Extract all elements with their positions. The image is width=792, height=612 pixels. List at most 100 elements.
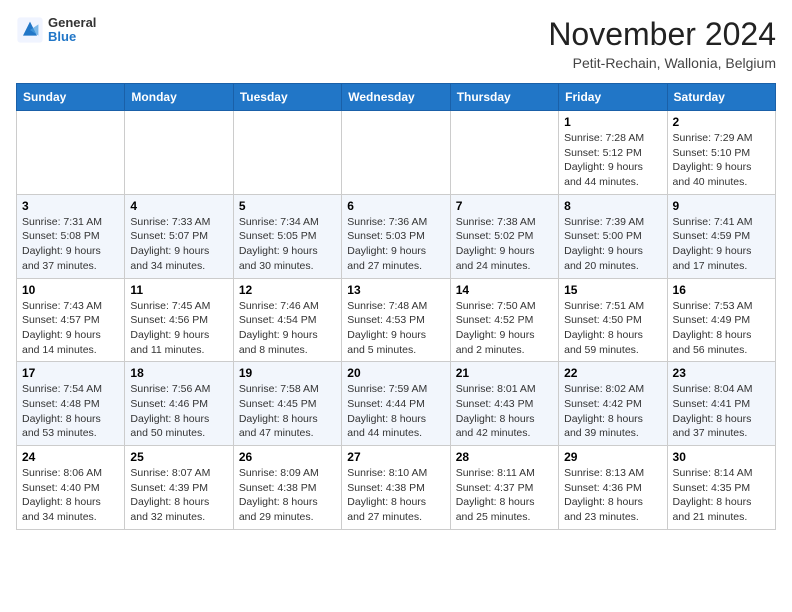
day-info: Sunrise: 7:41 AMSunset: 4:59 PMDaylight:… (673, 215, 770, 274)
day-number: 30 (673, 450, 770, 464)
calendar-cell: 15Sunrise: 7:51 AMSunset: 4:50 PMDayligh… (559, 278, 667, 362)
weekday-header-saturday: Saturday (667, 84, 775, 111)
calendar-cell: 26Sunrise: 8:09 AMSunset: 4:38 PMDayligh… (233, 446, 341, 530)
day-info: Sunrise: 8:14 AMSunset: 4:35 PMDaylight:… (673, 466, 770, 525)
day-number: 7 (456, 199, 553, 213)
day-number: 24 (22, 450, 119, 464)
calendar-cell: 28 Sunrise: 8:11 AMSunset: 4:37 PMDayligh… (450, 446, 558, 530)
weekday-header-thursday: Thursday (450, 84, 558, 111)
day-number: 2 (673, 115, 770, 129)
week-row-3: 17 Sunrise: 7:54 AMSunset: 4:48 PMDayligh… (17, 362, 776, 446)
location-subtitle: Petit-Rechain, Wallonia, Belgium (548, 55, 776, 71)
day-info: Sunrise: 8:07 AMSunset: 4:39 PMDaylight:… (130, 466, 227, 525)
calendar-cell: 19Sunrise: 7:58 AMSunset: 4:45 PMDayligh… (233, 362, 341, 446)
day-number: 6 (347, 199, 444, 213)
day-number: 4 (130, 199, 227, 213)
day-info: Sunrise: 7:48 AMSunset: 4:53 PMDaylight:… (347, 299, 444, 358)
day-number: 13 (347, 283, 444, 297)
calendar-cell (233, 111, 341, 195)
calendar-cell: 7 Sunrise: 7:38 AMSunset: 5:02 PMDaylight… (450, 194, 558, 278)
calendar-cell: 4 Sunrise: 7:33 AMSunset: 5:07 PMDaylight… (125, 194, 233, 278)
calendar-cell: 12 Sunrise: 7:46 AMSunset: 4:54 PMDayligh… (233, 278, 341, 362)
calendar-cell: 20 Sunrise: 7:59 AMSunset: 4:44 PMDayligh… (342, 362, 450, 446)
day-info: Sunrise: 7:39 AMSunset: 5:00 PMDaylight:… (564, 215, 661, 274)
day-info: Sunrise: 8:11 AMSunset: 4:37 PMDaylight:… (456, 466, 553, 525)
day-number: 5 (239, 199, 336, 213)
day-info: Sunrise: 8:09 AMSunset: 4:38 PMDaylight:… (239, 466, 336, 525)
logo-icon (16, 16, 44, 44)
calendar-cell: 27Sunrise: 8:10 AMSunset: 4:38 PMDayligh… (342, 446, 450, 530)
day-number: 29 (564, 450, 661, 464)
logo-text: General Blue (48, 16, 96, 45)
header: General Blue November 2024 Petit-Rechain… (16, 16, 776, 71)
weekday-header-wednesday: Wednesday (342, 84, 450, 111)
day-info: Sunrise: 7:50 AMSunset: 4:52 PMDaylight:… (456, 299, 553, 358)
calendar-cell: 13 Sunrise: 7:48 AMSunset: 4:53 PMDayligh… (342, 278, 450, 362)
day-number: 28 (456, 450, 553, 464)
month-title: November 2024 (548, 16, 776, 53)
calendar-cell: 22Sunrise: 8:02 AMSunset: 4:42 PMDayligh… (559, 362, 667, 446)
calendar-cell: 14Sunrise: 7:50 AMSunset: 4:52 PMDayligh… (450, 278, 558, 362)
week-row-2: 10 Sunrise: 7:43 AMSunset: 4:57 PMDayligh… (17, 278, 776, 362)
day-info: Sunrise: 7:56 AMSunset: 4:46 PMDaylight:… (130, 382, 227, 441)
calendar-cell: 23 Sunrise: 8:04 AMSunset: 4:41 PMDayligh… (667, 362, 775, 446)
day-info: Sunrise: 7:36 AMSunset: 5:03 PMDaylight:… (347, 215, 444, 274)
day-info: Sunrise: 7:51 AMSunset: 4:50 PMDaylight:… (564, 299, 661, 358)
day-number: 25 (130, 450, 227, 464)
day-number: 16 (673, 283, 770, 297)
day-info: Sunrise: 7:46 AMSunset: 4:54 PMDaylight:… (239, 299, 336, 358)
day-info: Sunrise: 7:54 AMSunset: 4:48 PMDaylight:… (22, 382, 119, 441)
calendar-cell (450, 111, 558, 195)
weekday-header-friday: Friday (559, 84, 667, 111)
calendar-cell: 29 Sunrise: 8:13 AMSunset: 4:36 PMDayligh… (559, 446, 667, 530)
calendar-cell: 8 Sunrise: 7:39 AMSunset: 5:00 PMDaylight… (559, 194, 667, 278)
calendar-table: SundayMondayTuesdayWednesdayThursdayFrid… (16, 83, 776, 530)
day-number: 10 (22, 283, 119, 297)
day-number: 8 (564, 199, 661, 213)
day-info: Sunrise: 7:33 AMSunset: 5:07 PMDaylight:… (130, 215, 227, 274)
calendar-cell: 2 Sunrise: 7:29 AMSunset: 5:10 PMDaylight… (667, 111, 775, 195)
weekday-header-tuesday: Tuesday (233, 84, 341, 111)
day-info: Sunrise: 7:29 AMSunset: 5:10 PMDaylight:… (673, 131, 770, 190)
day-number: 9 (673, 199, 770, 213)
day-number: 19 (239, 366, 336, 380)
calendar-cell: 18 Sunrise: 7:56 AMSunset: 4:46 PMDayligh… (125, 362, 233, 446)
day-info: Sunrise: 7:45 AMSunset: 4:56 PMDaylight:… (130, 299, 227, 358)
calendar-cell: 24Sunrise: 8:06 AMSunset: 4:40 PMDayligh… (17, 446, 125, 530)
day-info: Sunrise: 8:10 AMSunset: 4:38 PMDaylight:… (347, 466, 444, 525)
day-info: Sunrise: 8:13 AMSunset: 4:36 PMDaylight:… (564, 466, 661, 525)
day-number: 3 (22, 199, 119, 213)
calendar-cell: 17 Sunrise: 7:54 AMSunset: 4:48 PMDayligh… (17, 362, 125, 446)
calendar-cell (342, 111, 450, 195)
title-area: November 2024 Petit-Rechain, Wallonia, B… (548, 16, 776, 71)
calendar-cell: 9 Sunrise: 7:41 AMSunset: 4:59 PMDaylight… (667, 194, 775, 278)
day-info: Sunrise: 7:31 AMSunset: 5:08 PMDaylight:… (22, 215, 119, 274)
weekday-header-sunday: Sunday (17, 84, 125, 111)
calendar-cell: 5Sunrise: 7:34 AMSunset: 5:05 PMDaylight… (233, 194, 341, 278)
day-number: 1 (564, 115, 661, 129)
day-info: Sunrise: 7:59 AMSunset: 4:44 PMDaylight:… (347, 382, 444, 441)
day-info: Sunrise: 7:43 AMSunset: 4:57 PMDaylight:… (22, 299, 119, 358)
calendar-cell: 1Sunrise: 7:28 AMSunset: 5:12 PMDaylight… (559, 111, 667, 195)
day-number: 20 (347, 366, 444, 380)
calendar-cell: 25 Sunrise: 8:07 AMSunset: 4:39 PMDayligh… (125, 446, 233, 530)
calendar-cell: 3 Sunrise: 7:31 AMSunset: 5:08 PMDaylight… (17, 194, 125, 278)
day-number: 23 (673, 366, 770, 380)
calendar-cell: 21Sunrise: 8:01 AMSunset: 4:43 PMDayligh… (450, 362, 558, 446)
day-number: 12 (239, 283, 336, 297)
weekday-header-row: SundayMondayTuesdayWednesdayThursdayFrid… (17, 84, 776, 111)
weekday-header-monday: Monday (125, 84, 233, 111)
calendar-cell (17, 111, 125, 195)
week-row-4: 24Sunrise: 8:06 AMSunset: 4:40 PMDayligh… (17, 446, 776, 530)
day-info: Sunrise: 7:38 AMSunset: 5:02 PMDaylight:… (456, 215, 553, 274)
calendar-cell: 6 Sunrise: 7:36 AMSunset: 5:03 PMDaylight… (342, 194, 450, 278)
calendar-cell: 16Sunrise: 7:53 AMSunset: 4:49 PMDayligh… (667, 278, 775, 362)
week-row-1: 3 Sunrise: 7:31 AMSunset: 5:08 PMDaylight… (17, 194, 776, 278)
day-number: 17 (22, 366, 119, 380)
day-info: Sunrise: 8:04 AMSunset: 4:41 PMDaylight:… (673, 382, 770, 441)
day-number: 22 (564, 366, 661, 380)
logo: General Blue (16, 16, 96, 45)
day-number: 18 (130, 366, 227, 380)
week-row-0: 1Sunrise: 7:28 AMSunset: 5:12 PMDaylight… (17, 111, 776, 195)
calendar-cell: 30 Sunrise: 8:14 AMSunset: 4:35 PMDayligh… (667, 446, 775, 530)
